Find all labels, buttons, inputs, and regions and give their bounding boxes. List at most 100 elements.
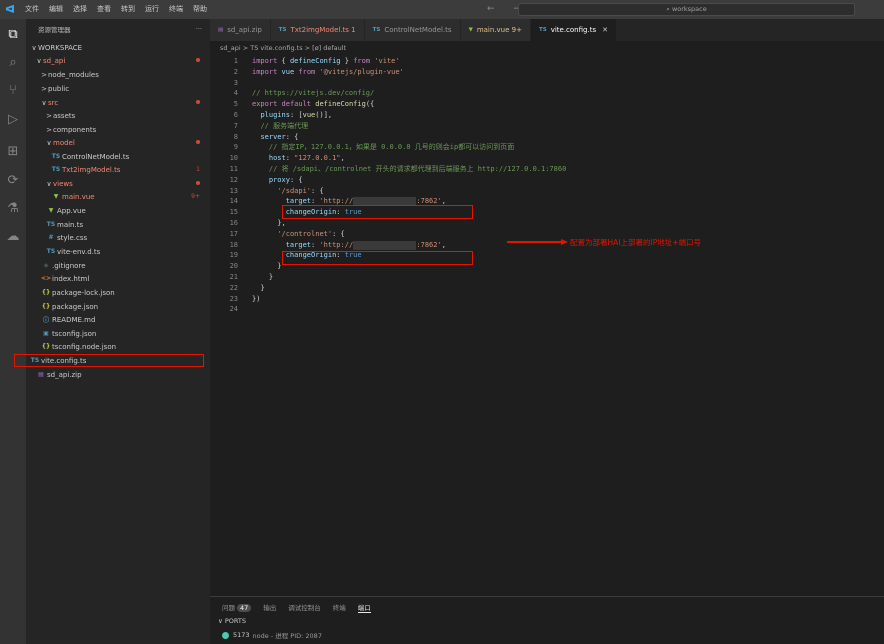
tree-item[interactable]: <> index.html <box>26 272 210 285</box>
code-editor[interactable]: 24 23}) 22 } 21 } 20 } 19 changeOrigin: true 1… <box>210 54 884 596</box>
code-text: }) <box>252 294 261 303</box>
code-text: host: "127.0.0.1", <box>268 154 345 163</box>
panel-tab[interactable]: 问题 47 <box>222 602 252 613</box>
line-number: 23 <box>229 294 238 303</box>
editor-tab[interactable]: TS Txt2imgModel.ts 1 <box>270 19 365 41</box>
chevron-down-icon: ∨ <box>46 179 52 188</box>
file-type-icon: ⓘ <box>42 317 49 324</box>
breadcrumb[interactable]: sd_api > TS vite.config.ts > [ø] default <box>210 41 884 54</box>
code-text: export default defineConfig({ <box>252 100 375 109</box>
tree-item[interactable]: {} package.json <box>26 300 210 313</box>
tree-item[interactable]: TS vite-env.d.ts <box>26 245 210 258</box>
code-line: 4 // https://vitejs.dev/config/ <box>210 89 884 98</box>
menu-item[interactable]: 编辑 <box>44 0 68 19</box>
tree-item[interactable]: ∨ model <box>26 136 210 149</box>
search-icon[interactable]: ⌕ <box>4 53 22 71</box>
source-control-icon[interactable]: ⑂ <box>4 81 22 99</box>
panel-tab-label: 终端 <box>332 604 346 612</box>
line-number: 21 <box>229 273 238 281</box>
tree-item-label: model <box>53 138 75 147</box>
command-search-input[interactable]: ⌕ workspace <box>518 3 855 16</box>
explorer-icon[interactable]: ⧉ <box>4 25 22 43</box>
tree-item[interactable]: ▣ tsconfig.json <box>26 327 210 340</box>
tree-item[interactable]: TS Txt2imgModel.ts 1 <box>26 163 210 176</box>
menu-item[interactable]: 终端 <box>164 0 188 19</box>
tree-item[interactable]: > node_modules <box>26 68 210 81</box>
editor-tab[interactable]: TS ControlNetModel.ts <box>364 19 461 41</box>
panel-tab[interactable]: 终端 <box>333 602 346 613</box>
menu-item[interactable]: 文件 <box>20 0 44 19</box>
editor-tab[interactable]: TS vite.config.ts ✕ <box>530 19 617 41</box>
code-text: // 服务端代理 <box>260 121 309 130</box>
line-number: 8 <box>233 132 238 141</box>
panel-tab[interactable]: 调试控制台 <box>288 602 321 613</box>
panel-tab-label: 输出 <box>263 604 277 612</box>
tree-item[interactable]: TS ControlNetModel.ts <box>26 150 210 163</box>
file-type-icon: ▣ <box>43 330 49 337</box>
annotation-text: 配置为部署HAI上部署的IP地址+端口号 <box>570 238 702 247</box>
cloud-icon[interactable]: ☁ <box>4 227 22 245</box>
code-line: 16 }, <box>210 219 884 228</box>
code-text: plugins: [vue()], <box>260 111 333 119</box>
tree-item[interactable]: ▤ sd_api.zip <box>26 368 210 381</box>
file-type-icon: TS <box>538 27 547 33</box>
tree-item[interactable]: TS vite.config.ts <box>14 354 204 367</box>
tree-item-label: WORKSPACE <box>38 43 83 52</box>
editor-tab[interactable]: ▤ sd_api.zip <box>210 19 271 41</box>
tree-item-label: vite.config.ts <box>41 356 87 365</box>
code-line: 10 host: "127.0.0.1", <box>210 154 884 163</box>
tree-item-label: Txt2imgModel.ts <box>62 165 121 174</box>
code-line: 5 export default defineConfig({ <box>210 100 884 109</box>
tree-item[interactable]: ∨ src <box>26 96 210 109</box>
chevron-down-icon: ∨ <box>31 43 37 52</box>
code-text: proxy: { <box>268 175 303 184</box>
code-line: 23}) <box>210 295 884 304</box>
file-type-icon: TS <box>46 248 56 255</box>
modified-dot-icon <box>196 100 200 104</box>
tree-item[interactable]: ∨ sd_api <box>26 54 210 67</box>
remote-explorer-icon[interactable]: ⟳ <box>4 171 22 189</box>
editor-tab[interactable]: ▼ main.vue 9+ <box>460 19 531 41</box>
tree-item[interactable]: # style.css <box>26 231 210 244</box>
panel-tab[interactable]: 端口 <box>357 602 371 613</box>
line-number: 24 <box>229 305 238 314</box>
tree-item[interactable]: ▼ main.vue 9+ <box>26 190 210 203</box>
tree-item[interactable]: TS main.ts <box>26 218 210 231</box>
menu-bar: 文件 编辑 选择 查看 转到 运行 终端 帮助 <box>20 0 212 19</box>
line-number: 13 <box>229 186 238 195</box>
menu-item[interactable]: 查看 <box>92 0 116 19</box>
menu-item[interactable]: 选择 <box>68 0 92 19</box>
tree-item-label: main.vue <box>62 192 95 201</box>
menu-item[interactable]: 运行 <box>140 0 164 19</box>
tree-item[interactable]: ∨ WORKSPACE <box>26 41 210 54</box>
code-line: 24 <box>210 305 884 314</box>
tree-item[interactable]: > components <box>26 123 210 136</box>
tree-item-label: sd_api <box>43 56 66 65</box>
menu-item[interactable]: 转到 <box>116 0 140 19</box>
problem-badge: 1 <box>196 166 200 173</box>
ports-section-header[interactable]: ∨ PORTS <box>218 617 246 625</box>
extensions-icon[interactable]: ⊞ <box>4 142 22 160</box>
modified-dot-icon <box>196 140 200 144</box>
line-number: 18 <box>229 240 238 249</box>
explorer-title: 资源管理器 <box>38 26 71 34</box>
tree-item[interactable]: {} tsconfig.node.json <box>26 340 210 353</box>
tree-item-label: .gitignore <box>52 261 86 270</box>
tree-item[interactable]: ▼ App.vue <box>26 204 210 217</box>
close-icon[interactable]: ✕ <box>602 26 608 34</box>
tree-item[interactable]: > assets <box>26 109 210 122</box>
tree-item[interactable]: > public <box>26 82 210 95</box>
panel-tab[interactable]: 输出 <box>263 602 276 613</box>
run-debug-icon[interactable]: ▷ <box>4 110 22 128</box>
test-icon[interactable]: ⚗ <box>4 199 22 217</box>
more-actions-icon[interactable]: ··· <box>196 25 202 33</box>
file-type-icon: TS <box>51 153 61 160</box>
tree-item-label: README.md <box>52 315 96 324</box>
tree-item[interactable]: {} package-lock.json <box>26 286 210 299</box>
tree-item[interactable]: ◆ .gitignore <box>26 259 210 272</box>
tree-item[interactable]: ⓘ README.md <box>26 313 210 326</box>
menu-item[interactable]: 帮助 <box>188 0 212 19</box>
tree-item[interactable]: ∨ views <box>26 177 210 190</box>
tree-item-label: sd_api.zip <box>47 370 82 379</box>
port-row[interactable]: 5173 node - 进程 PID: 2087 <box>222 630 322 640</box>
